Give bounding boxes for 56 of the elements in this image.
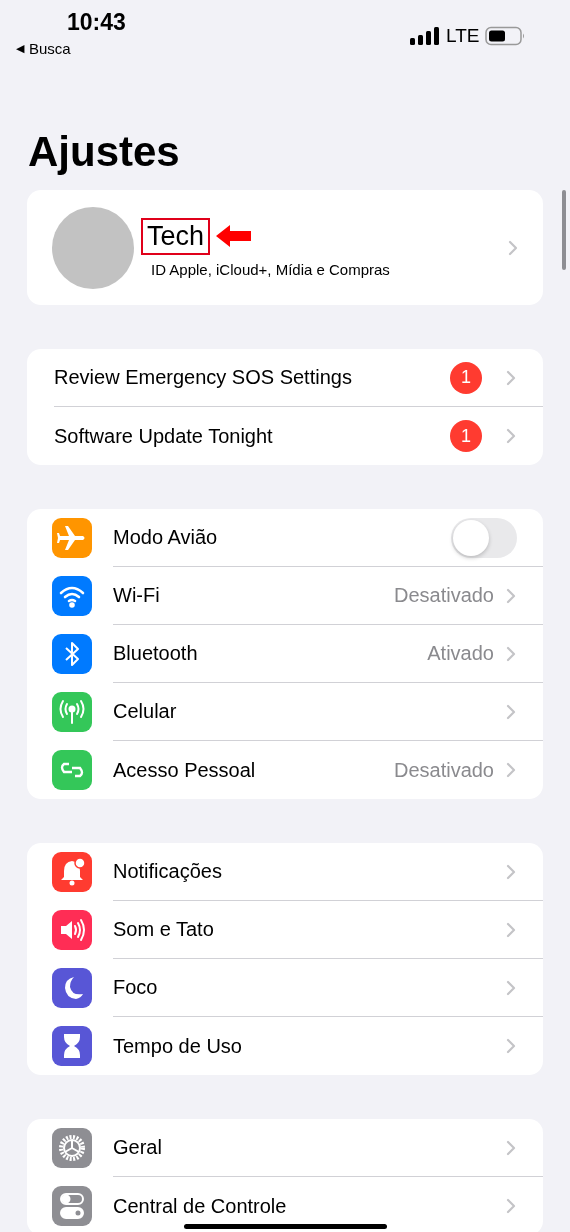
settings-row[interactable]: Som e Tato xyxy=(27,901,543,959)
row-label: Software Update Tonight xyxy=(54,424,274,448)
chevron-icon xyxy=(506,428,516,444)
row-label: Wi-Fi xyxy=(113,584,161,607)
settings-row[interactable]: Wi-Fi Desativado xyxy=(27,567,543,625)
row-label: Bluetooth xyxy=(113,642,199,665)
row-label: Notificações xyxy=(113,860,223,883)
avatar-icon xyxy=(52,206,134,289)
row-label: Celular xyxy=(113,700,178,723)
chevron-icon xyxy=(506,645,516,662)
row-label: Modo Avião xyxy=(113,526,219,549)
row-value: Ativado xyxy=(427,642,494,665)
chevron-icon xyxy=(506,979,516,996)
profile-card[interactable]: Tech ID Apple, iCloud+, Mídia e Compras xyxy=(27,190,543,305)
row-label: Central de Controle xyxy=(113,1194,288,1218)
status-time: 10:43 xyxy=(67,9,126,36)
chevron-icon xyxy=(508,239,518,256)
settings-row[interactable]: Celular xyxy=(27,683,543,741)
notification-badge: 1 xyxy=(450,420,482,452)
row-label: Foco xyxy=(113,976,159,999)
toggle-switch[interactable] xyxy=(451,517,517,558)
settings-row[interactable]: Software Update Tonight 1 xyxy=(27,407,543,465)
chevron-icon xyxy=(506,369,516,386)
settings-row[interactable]: Geral xyxy=(27,1119,543,1177)
pointer-arrow-icon xyxy=(216,224,253,248)
chevron-icon xyxy=(506,587,516,604)
chevron-icon xyxy=(506,762,516,778)
notification-badge: 1 xyxy=(450,361,482,394)
row-label: Tempo de Uso xyxy=(113,1034,243,1058)
chevron-icon xyxy=(506,863,516,880)
signal-icon xyxy=(410,27,440,45)
row-label: Geral xyxy=(113,1136,163,1159)
row-label: Review Emergency SOS Settings xyxy=(54,366,353,389)
chevron-icon xyxy=(506,1198,516,1214)
back-link[interactable]: Busca xyxy=(29,40,71,57)
row-label: Acesso Pessoal xyxy=(113,758,257,782)
chevron-icon xyxy=(506,921,516,938)
chevron-icon xyxy=(506,1038,516,1054)
chevron-icon xyxy=(506,1139,516,1156)
chevron-icon xyxy=(506,703,516,720)
settings-row[interactable]: Foco xyxy=(27,959,543,1017)
settings-row[interactable]: Bluetooth Ativado xyxy=(27,625,543,683)
settings-row[interactable]: Acesso Pessoal Desativado xyxy=(27,741,543,799)
settings-row[interactable]: Review Emergency SOS Settings 1 xyxy=(27,349,543,407)
row-value: Desativado xyxy=(393,758,494,782)
page-title: Ajustes xyxy=(28,127,181,177)
settings-row[interactable]: Notificações xyxy=(27,843,543,901)
battery-icon xyxy=(485,26,526,46)
back-arrow-icon[interactable]: ◀ xyxy=(16,42,24,55)
settings-row[interactable]: Modo Avião xyxy=(27,509,543,567)
settings-row[interactable]: Tempo de Uso xyxy=(27,1017,543,1075)
profile-subtitle: ID Apple, iCloud+, Mídia e Compras xyxy=(150,260,391,278)
network-label: LTE xyxy=(446,25,480,47)
profile-name: Tech xyxy=(141,217,211,255)
row-value: Desativado xyxy=(393,584,494,607)
row-label: Som e Tato xyxy=(113,918,215,941)
